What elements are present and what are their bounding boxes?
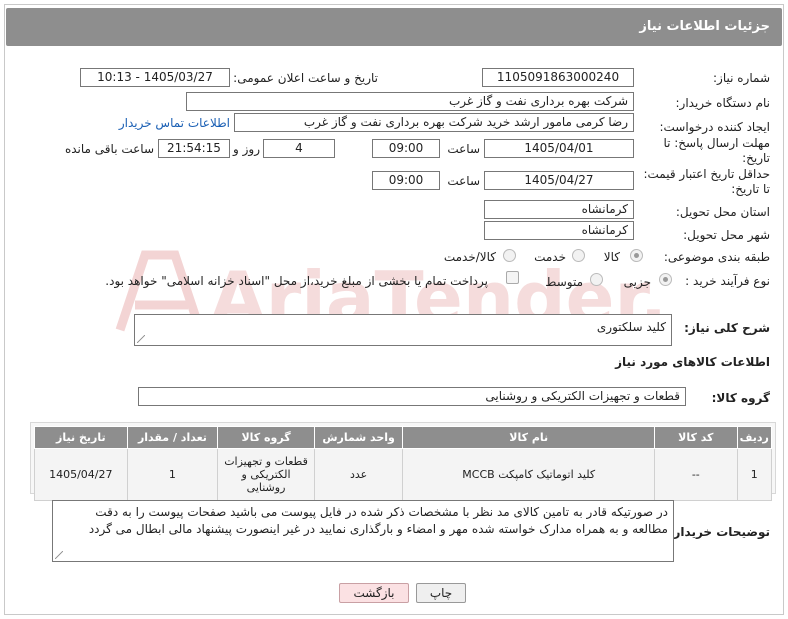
reply-deadline-label-line2: تاریخ: [742,151,770,165]
category-radio-goods[interactable] [630,249,643,262]
price-validity-date: 1405/04/27 [484,171,634,190]
process-radio-medium[interactable] [590,273,603,286]
delivery-city-field: کرمانشاه [484,221,634,240]
col-quantity: تعداد / مقدار [126,426,219,449]
cell-row-number: 1 [736,448,773,501]
category-radio-goods-service[interactable] [503,249,516,262]
page-title: جزئیات اطلاعات نیاز [6,8,782,46]
col-item-name: نام کالا [402,426,656,449]
cell-goods-group: قطعات و تجهیزات الکتریکی و روشنایی [217,448,315,501]
reply-deadline-time-label: ساعت [447,142,480,156]
requester-label: ایجاد کننده درخواست: [659,120,770,134]
cell-item-code: -- [654,448,738,501]
delivery-city-label: شهر محل تحویل: [683,228,770,242]
items-table-header: ردیف کد کالا نام کالا واحد شمارش گروه کا… [34,426,773,449]
resize-grip-icon[interactable] [137,335,145,343]
buyer-notes-field: در صورتیکه قادر به تامین کالای مد نظر با… [52,500,674,562]
buyer-notes-text: در صورتیکه قادر به تامین کالای مد نظر با… [88,505,668,536]
cell-item-name: کلید اتوماتیک کامپکت MCCB [402,448,656,501]
process-radio-minor[interactable] [659,273,672,286]
category-option-service: خدمت [534,250,566,264]
remaining-days-label: روز و [233,142,260,156]
print-button[interactable]: چاپ [416,583,466,603]
col-row-number: ردیف [736,426,773,449]
goods-group-label: گروه کالا: [711,391,770,405]
treasury-payment-note: پرداخت تمام یا بخشی از مبلغ خرید،از محل … [105,274,488,288]
category-label: طبقه بندی موضوعی: [663,250,770,264]
price-validity-label-line2: تا تاریخ: [731,182,770,196]
purchase-process-label: نوع فرآیند خرید : [685,274,770,288]
reply-deadline-date: 1405/04/01 [484,139,634,158]
cell-need-date: 1405/04/27 [34,448,128,501]
resize-grip-icon[interactable] [55,551,63,559]
need-description-label: شرح کلی نیاز: [684,321,770,335]
remaining-days: 4 [263,139,335,158]
goods-section-title: اطلاعات کالاهای مورد نیاز [615,355,770,369]
announce-datetime-label: تاریخ و ساعت اعلان عمومی: [233,71,378,85]
buyer-notes-label: توضیحات خریدار: [668,525,770,539]
delivery-province-label: استان محل تحویل: [675,205,770,219]
buyer-org-label: نام دستگاه خریدار: [675,96,771,110]
announce-datetime-field: 1405/03/27 - 10:13 [80,68,230,87]
process-option-medium: متوسط [545,275,583,289]
goods-group-field: قطعات و تجهیزات الکتریکی و روشنایی [138,387,686,406]
col-need-date: تاریخ نیاز [34,426,128,449]
reply-deadline-label-line1: مهلت ارسال پاسخ: تا [663,136,770,150]
remaining-time-label: ساعت باقی مانده [64,142,154,156]
buyer-org-field: شرکت بهره برداری نفت و گاز غرب [186,92,634,111]
reply-deadline-time: 09:00 [372,139,440,158]
need-description-text: کلید سلکتوری [596,320,666,334]
category-option-goods: کالا [603,250,620,264]
cell-unit: عدد [313,448,404,501]
category-radio-service[interactable] [572,249,585,262]
delivery-province-field: کرمانشاه [484,200,634,219]
process-option-minor: جزیی [623,275,651,289]
requester-field: رضا کرمی مامور ارشد خرید شرکت بهره بردار… [234,113,634,132]
price-validity-time: 09:00 [372,171,440,190]
need-number-field: 1105091863000240 [482,68,634,87]
table-row: 1 -- کلید اتوماتیک کامپکت MCCB عدد قطعات… [34,448,773,501]
buyer-contact-link[interactable]: اطلاعات تماس خریدار [119,116,230,130]
cell-quantity: 1 [126,448,219,501]
treasury-payment-checkbox[interactable] [506,271,519,284]
col-item-code: کد کالا [654,426,738,449]
need-number-label: شماره نیاز: [713,71,770,85]
price-validity-time-label: ساعت [447,174,480,188]
back-button[interactable]: بازگشت [339,583,409,603]
col-goods-group: گروه کالا [217,426,315,449]
price-validity-label-line1: حداقل تاریخ اعتبار قیمت: [643,167,770,181]
items-table: ردیف کد کالا نام کالا واحد شمارش گروه کا… [34,426,773,501]
need-description-field: کلید سلکتوری [134,314,672,346]
category-option-goods-service: کالا/خدمت [443,250,496,264]
remaining-time: 21:54:15 [158,139,230,158]
col-unit: واحد شمارش [313,426,404,449]
